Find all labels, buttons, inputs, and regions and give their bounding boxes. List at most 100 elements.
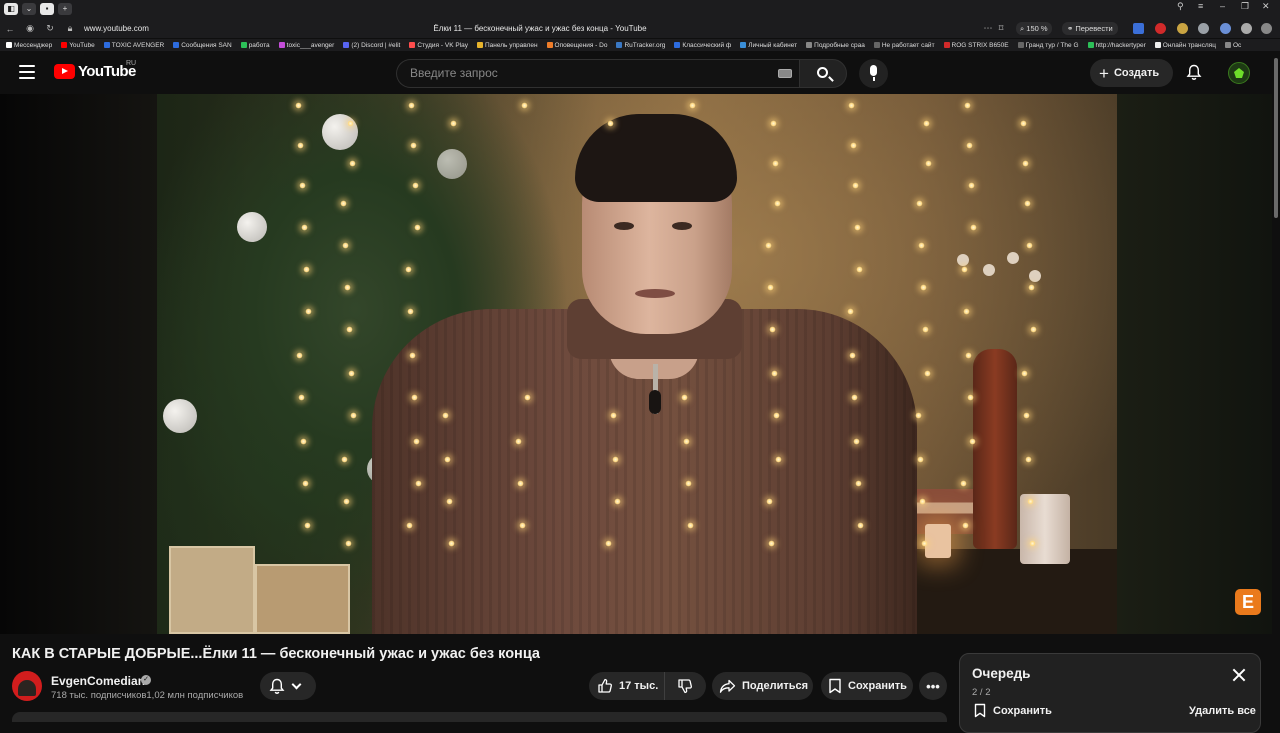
sidebar-toggle-icon[interactable]: ◧	[4, 2, 18, 15]
channel-watermark[interactable]: E	[1235, 589, 1261, 615]
bookmark-label: Подробные сраа	[814, 41, 865, 49]
fairy-light	[961, 266, 968, 273]
fairy-light	[770, 120, 777, 127]
browser-menu-icon[interactable]: ≡	[1198, 1, 1203, 11]
zoom-level[interactable]: ⌕ 150 %	[1016, 22, 1052, 35]
fairy-light	[342, 242, 349, 249]
adblock-icon[interactable]	[1155, 23, 1166, 34]
tree-ornament	[322, 114, 358, 150]
site-info-icon[interactable]: ◉	[20, 23, 40, 34]
download-icon[interactable]	[1241, 23, 1252, 34]
youtube-header: YouTube RU + Создать	[0, 52, 1280, 94]
fairy-light	[916, 200, 923, 207]
fairy-light	[407, 308, 414, 315]
fairy-light	[299, 182, 306, 189]
vase	[973, 349, 1017, 549]
youtube-logo[interactable]: YouTube	[54, 63, 136, 80]
fairy-light	[410, 142, 417, 149]
channel-name[interactable]: EvgenComedian	[51, 674, 145, 688]
scrollbar-thumb[interactable]	[1274, 58, 1278, 218]
restore-icon[interactable]: ❐	[1241, 1, 1249, 12]
back-icon[interactable]: ←	[0, 24, 20, 34]
fairy-light	[414, 224, 421, 231]
queue-save-button[interactable]: Сохранить	[974, 703, 1052, 718]
fairy-light	[411, 394, 418, 401]
bookmark-item[interactable]: Онлайн трансляц	[1154, 42, 1216, 49]
fairy-light	[524, 394, 531, 401]
bookmark-favicon-icon	[409, 42, 416, 48]
search-input[interactable]	[410, 66, 750, 80]
bookmark-item[interactable]: Классический ф	[674, 42, 731, 49]
video-frame[interactable]	[157, 94, 1117, 634]
bookmark-item[interactable]: Студия - VK Play	[409, 42, 468, 49]
bookmark-item[interactable]: RuTracker.org	[616, 42, 665, 49]
bookmark-item[interactable]: Личный кабинет	[740, 42, 797, 49]
bookmark-item[interactable]: Подробные сраа	[806, 42, 865, 49]
bookmark-icon[interactable]: ⌑	[991, 23, 1011, 34]
bookmark-item[interactable]: Панель управлен	[476, 42, 538, 49]
share-button[interactable]: Поделиться	[712, 672, 813, 700]
fairy-light	[304, 522, 311, 529]
fairy-light	[854, 224, 861, 231]
close-icon[interactable]	[1232, 668, 1246, 682]
fairy-light	[605, 540, 612, 547]
bookmark-item[interactable]: TOXIC AVENGER	[103, 42, 164, 49]
bookmark-item[interactable]: Сообщения SAN	[173, 42, 232, 49]
bookmark-item[interactable]: toxic___avenger	[278, 42, 334, 49]
extension-icon[interactable]	[1177, 23, 1188, 34]
pin-icon[interactable]: ⚲	[1177, 1, 1184, 12]
extension-icon[interactable]	[1198, 23, 1209, 34]
channel-avatar[interactable]	[12, 671, 42, 701]
translate-button[interactable]: ⚭ Перевести	[1062, 22, 1118, 35]
fairy-light	[349, 160, 356, 167]
fairy-light	[1022, 160, 1029, 167]
url-text[interactable]: www.youtube.com	[84, 24, 149, 33]
fairy-light	[444, 456, 451, 463]
fairy-light	[849, 352, 856, 359]
dislike-button[interactable]	[665, 672, 705, 700]
like-button[interactable]: 17 тыс.	[589, 672, 665, 700]
bookmark-item[interactable]: Оповещения - Do	[546, 42, 607, 49]
create-button[interactable]: + Создать	[1090, 59, 1173, 87]
bookmark-item[interactable]: ROG STRIX B650E	[943, 42, 1009, 49]
save-button[interactable]: Сохранить	[821, 672, 913, 700]
fairy-light	[768, 540, 775, 547]
more-actions-button[interactable]: •••	[919, 672, 947, 700]
fairy-light	[343, 498, 350, 505]
profile-icon[interactable]	[1261, 23, 1272, 34]
extension-icon[interactable]	[1220, 23, 1231, 34]
voice-search-button[interactable]	[859, 59, 888, 88]
bookmark-favicon-icon	[240, 42, 247, 48]
bookmark-item[interactable]: http://hackertyper	[1087, 42, 1146, 49]
bookmark-item[interactable]: (2) Discord | #elit	[343, 42, 400, 49]
tab-list-icon[interactable]: ⌄	[22, 2, 36, 15]
fairy-light	[405, 266, 412, 273]
bookmark-item[interactable]: работа	[240, 42, 270, 49]
bookmark-item[interactable]: Не работает сайт	[873, 42, 935, 49]
close-window-icon[interactable]: ✕	[1262, 1, 1270, 12]
new-tab-button[interactable]: +	[58, 2, 72, 15]
fairy-light	[918, 242, 925, 249]
subscription-bell-button[interactable]	[260, 672, 316, 700]
notifications-icon[interactable]	[1186, 64, 1202, 81]
bookmark-favicon-icon	[674, 42, 681, 48]
reload-icon[interactable]: ↻	[40, 23, 60, 34]
active-tab[interactable]: ▪	[40, 2, 54, 15]
extension-icon[interactable]	[1133, 23, 1144, 34]
video-player[interactable]: E	[0, 94, 1272, 634]
fairy-light	[296, 352, 303, 359]
page-scrollbar[interactable]	[1272, 52, 1280, 720]
bookmark-item[interactable]: Ос	[1224, 42, 1241, 49]
keyboard-icon[interactable]	[778, 69, 792, 78]
search-button[interactable]	[799, 59, 847, 88]
account-avatar[interactable]	[1228, 62, 1250, 84]
bookmark-item[interactable]: YouTube	[61, 42, 95, 49]
guide-menu-icon[interactable]	[19, 65, 35, 79]
fairy-light	[855, 480, 862, 487]
bookmark-item[interactable]: Гранд тур / The G	[1017, 42, 1079, 49]
bookmark-item[interactable]: Мессенджер	[6, 42, 52, 49]
minimize-icon[interactable]: –	[1220, 1, 1225, 11]
description-box[interactable]	[12, 712, 947, 722]
fairy-light	[857, 522, 864, 529]
queue-clear-button[interactable]: Удалить все	[1189, 705, 1256, 717]
